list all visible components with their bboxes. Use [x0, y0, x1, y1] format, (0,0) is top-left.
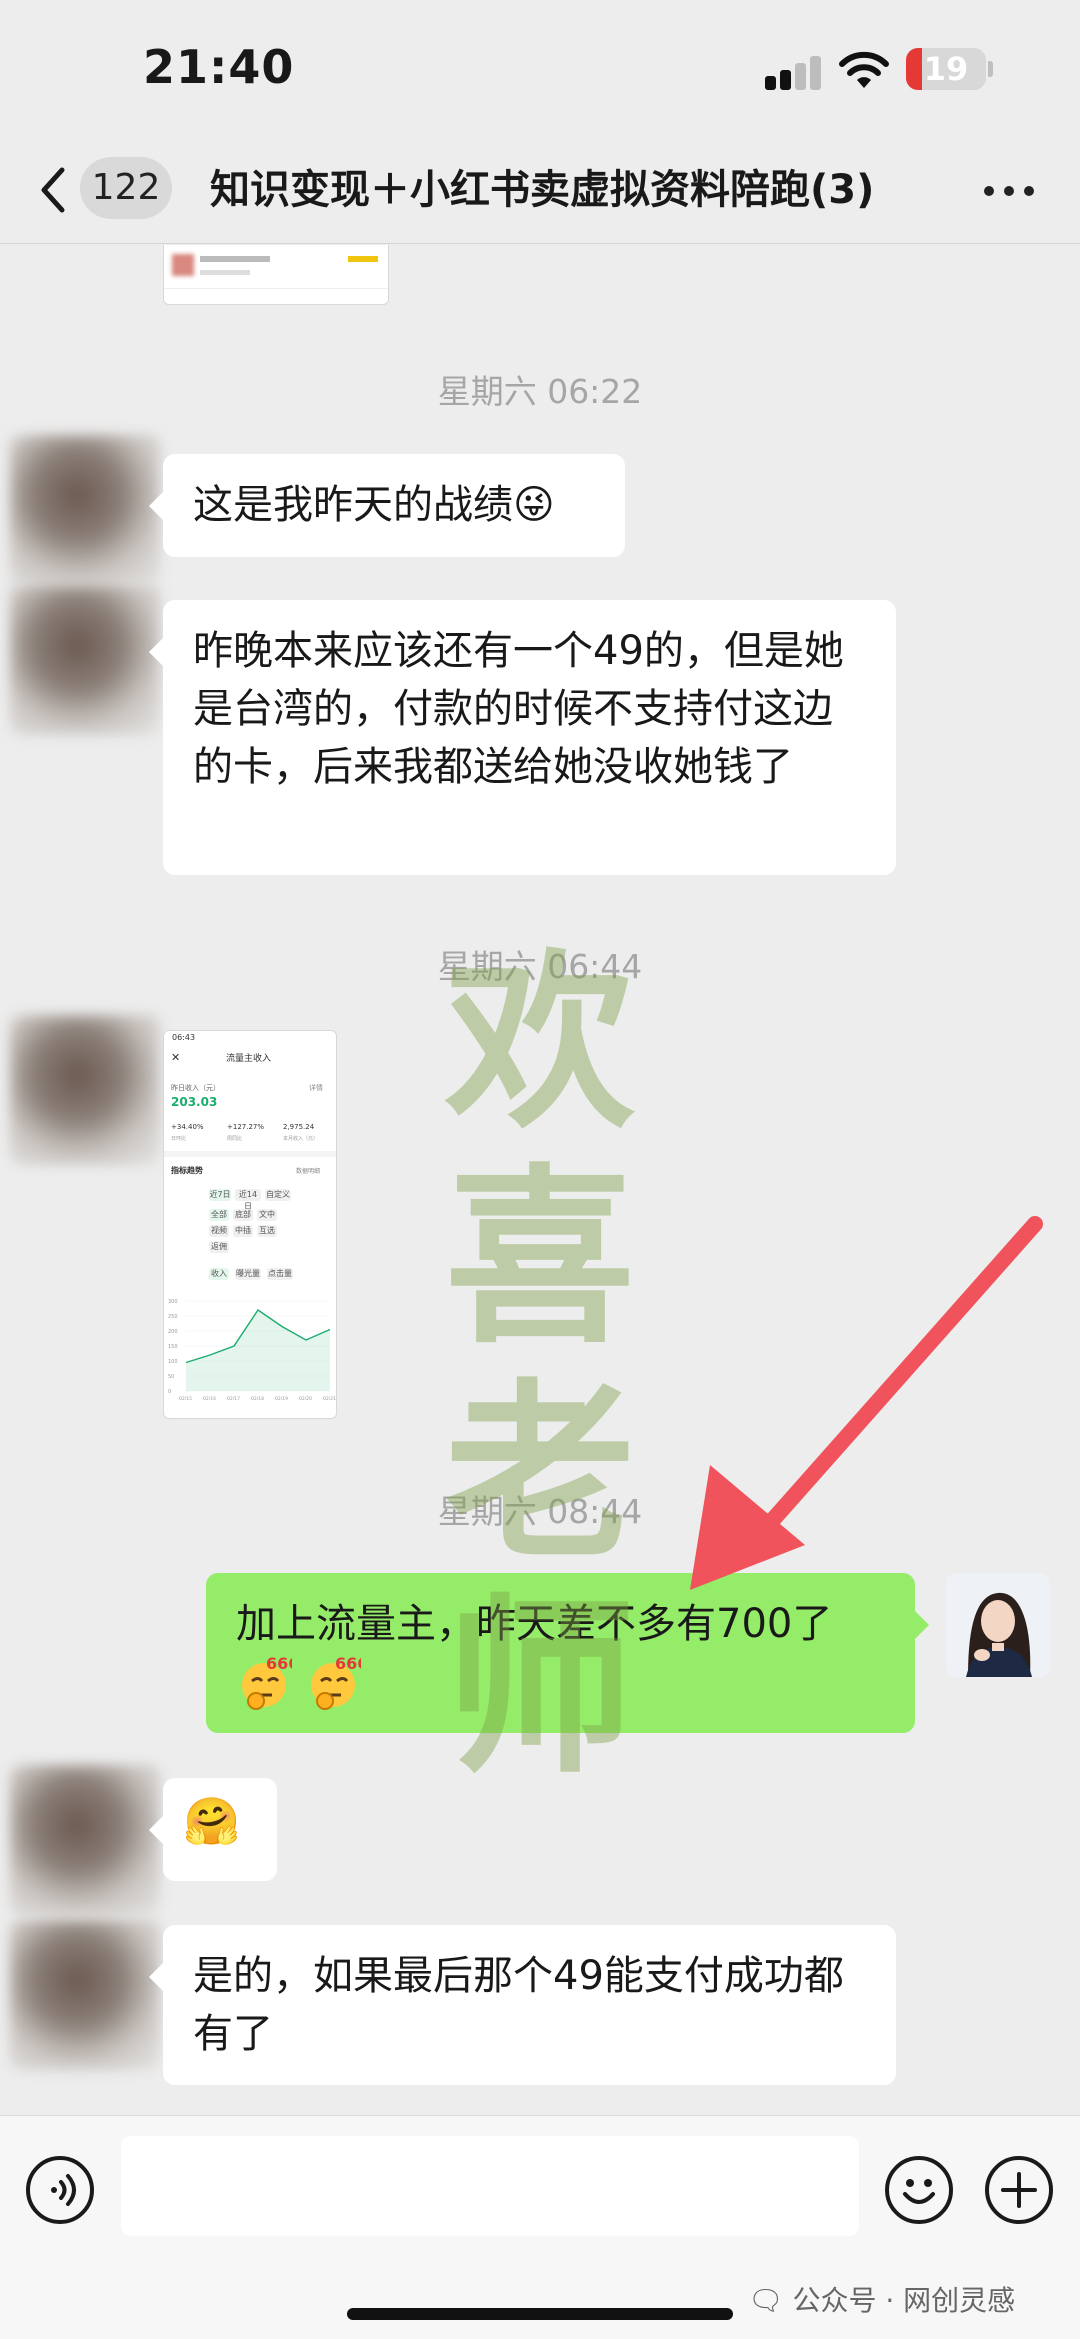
x-tick-label: 02/20: [299, 1396, 312, 1402]
watermark-char: 老: [444, 1361, 635, 1584]
red-arrow-annotation: [690, 1216, 1043, 1590]
metric-pill: 曝光量: [235, 1268, 261, 1280]
section-link: 数据明细: [296, 1168, 321, 1175]
yesterday-value: 203.03: [171, 1095, 218, 1109]
timestamp-1: 星期六 06:22: [437, 372, 643, 411]
y-tick-label: 100: [168, 1359, 178, 1365]
hug-emoji-icon: 🤗: [183, 1794, 241, 1848]
avatar[interactable]: [10, 585, 160, 735]
ad-type-pill: 互选: [257, 1225, 277, 1237]
stat-value: +34.40%: [171, 1123, 204, 1131]
x-tick-label: 02/21: [323, 1396, 336, 1402]
stat-label: 日环比: [171, 1136, 187, 1142]
trend-area: [186, 1310, 330, 1391]
message-bubble-4[interactable]: 是的，如果最后那个49能支付成功都有了: [149, 1925, 896, 2085]
chevron-left-icon[interactable]: [34, 162, 74, 218]
filter-pill: 自定义: [265, 1189, 291, 1201]
avatar[interactable]: [10, 1765, 160, 1915]
revenue-trend-chart: 300 250 200 150 100 50 0 02/15 02/16 02/17 02/18 02…: [168, 1299, 336, 1402]
message-bubble-2[interactable]: 昨晚本来应该还有一个49的，但是她是台湾的，付款的时候不支持付这边的卡，后来我都…: [149, 600, 896, 875]
status-bar: 21:40 19: [0, 0, 1080, 140]
image-message-revenue-screenshot[interactable]: 06:43 ✕ 流量主收入 昨日收入（元） 详情 203.03 +34.40% …: [163, 1030, 337, 1419]
watermark-char: 欢: [444, 931, 635, 1154]
metric-pill: 收入: [209, 1268, 229, 1280]
x-tick-label: 02/18: [251, 1396, 264, 1402]
watermark: 欢 喜 老 师: [420, 935, 660, 1795]
ad-type-pill: 文中: [257, 1209, 277, 1221]
detail-link: 详情: [309, 1084, 323, 1092]
ad-type-pill: 全部: [209, 1209, 229, 1221]
avatar[interactable]: [10, 1920, 160, 2070]
message-input[interactable]: [121, 2136, 859, 2236]
y-tick-label: 150: [168, 1344, 178, 1350]
x-tick-label: 02/19: [275, 1396, 288, 1402]
stat-value: +127.27%: [227, 1123, 265, 1131]
x-tick-label: 02/16: [203, 1396, 216, 1402]
ad-type-pill: 视频: [209, 1225, 229, 1237]
y-tick-label: 0: [168, 1389, 171, 1395]
avatar[interactable]: [10, 435, 160, 585]
unread-count-badge[interactable]: 122: [80, 157, 172, 219]
stat-label: 本月收入（元）: [283, 1136, 319, 1142]
ad-type-pill: 中插: [233, 1225, 253, 1237]
metric-pill: 点击量: [267, 1268, 293, 1280]
chat-header: 122 知识变现＋小红书卖虚拟资料陪跑(3): [0, 140, 1080, 244]
source-watermark: 🗨 公众号 · 网创灵感: [748, 2284, 1016, 2317]
ad-type-pill: 返佣: [209, 1241, 229, 1253]
plus-icon[interactable]: [985, 2156, 1053, 2224]
message-bubble-3[interactable]: 🤗: [149, 1778, 277, 1881]
stat-value: 2,975.24: [283, 1123, 315, 1131]
x-tick-label: 02/17: [227, 1396, 240, 1402]
cellular-signal-icon: [765, 56, 823, 90]
previous-image-message[interactable]: [163, 245, 389, 305]
ad-type-pill: 底部: [233, 1209, 253, 1221]
y-tick-label: 300: [168, 1299, 178, 1305]
svg-text:666: 666: [266, 1655, 292, 1673]
voice-icon[interactable]: [26, 2156, 94, 2224]
input-bar: 🗨 公众号 · 网创灵感: [0, 2115, 1080, 2339]
y-tick-label: 50: [168, 1374, 174, 1380]
status-time: 21:40: [143, 40, 295, 94]
watermark-char: 喜: [444, 1146, 635, 1369]
filter-pill: 近14日: [235, 1189, 261, 1211]
close-icon: ✕: [171, 1051, 181, 1064]
filter-pill: 近7日: [209, 1189, 231, 1201]
watermark-char: 师: [444, 1576, 635, 1799]
smile-icon[interactable]: [885, 2156, 953, 2224]
svg-text:666: 666: [335, 1655, 361, 1673]
home-indicator[interactable]: [347, 2308, 733, 2320]
screenshot-time: 06:43: [172, 1033, 196, 1042]
thinking-666-emoji-icon: 666: [310, 1654, 368, 1710]
y-tick-label: 200: [168, 1329, 178, 1335]
chat-title: 知识变现＋小红书卖虚拟资料陪跑(3): [210, 167, 875, 213]
battery-level: 19: [923, 50, 969, 88]
stat-label: 周同比: [227, 1136, 243, 1142]
x-tick-label: 02/15: [179, 1396, 192, 1402]
thinking-666-emoji-icon: 666: [242, 1654, 299, 1710]
section-title: 指标趋势: [171, 1166, 203, 1175]
message-list[interactable]: 星期六 06:22 这是我昨天的战绩😜 昨晚本来应该还有一个49的，但是她是台湾…: [0, 245, 1080, 2115]
y-tick-label: 250: [168, 1314, 178, 1320]
yesterday-label: 昨日收入（元）: [171, 1084, 220, 1092]
screenshot-title: 流量主收入: [226, 1054, 272, 1064]
battery-icon: 19: [906, 48, 986, 90]
message-bubble-1[interactable]: 这是我昨天的战绩😜: [149, 454, 625, 557]
wifi-icon: [839, 51, 889, 88]
avatar[interactable]: [10, 1015, 160, 1165]
more-dots-icon[interactable]: [984, 180, 1034, 200]
